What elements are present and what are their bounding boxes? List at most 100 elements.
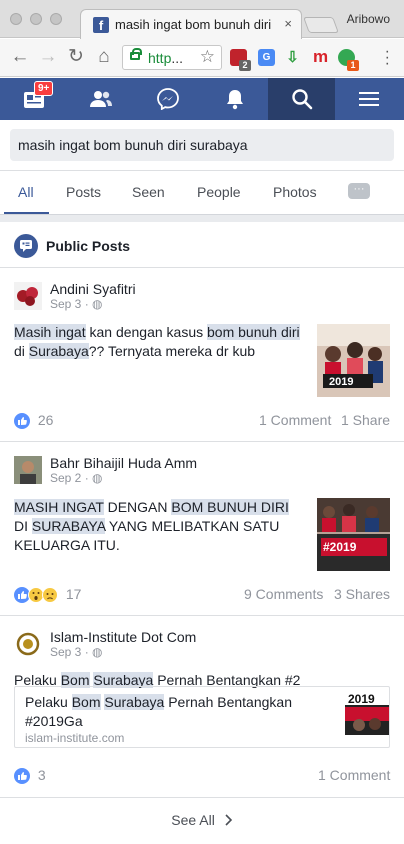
window-close-button[interactable] [10,13,22,25]
messenger-tab[interactable] [134,78,201,120]
thumb-text: #2019 [323,540,357,554]
public-posts-icon [14,234,38,258]
comments-count-link[interactable]: 1 Comment [259,412,331,428]
reactions-summary[interactable]: 17 [14,586,82,604]
chevron-right-icon [225,812,233,828]
text-segment: di [14,343,29,359]
friends-tab[interactable] [67,78,134,120]
bell-icon [226,90,243,110]
post-thumbnail[interactable]: #2019 [317,498,390,571]
url-ellipsis: ... [171,50,184,66]
search-tab[interactable] [268,78,335,120]
comments-count-link[interactable]: 1 Comment [318,767,390,783]
post-date: Sep 3 · [50,645,93,659]
text-segment: DENGAN [103,499,172,515]
forward-arrow-icon[interactable]: → [38,47,58,67]
reload-icon[interactable]: ↻ [66,47,86,67]
like-reaction-icon [14,413,30,430]
reaction-count: 26 [37,412,54,428]
tab-posts[interactable]: Posts [66,184,101,200]
post-date: Sep 2 · [50,471,93,485]
back-arrow-icon[interactable]: ← [10,47,30,67]
window-minimize-button[interactable] [30,13,42,25]
post-meta[interactable]: Sep 3 · ◍ [50,645,103,659]
globe-icon: ◍ [92,471,103,485]
extension-green-icon[interactable]: 1 [338,49,359,71]
browser-tab[interactable]: f masih ingat bom bunuh diri s × [80,9,302,39]
more-tabs-icon[interactable]: ··· [348,183,370,199]
text-segment: Pelaku [25,694,72,710]
extension-shield-icon[interactable]: 2 [230,49,251,71]
public-posts-header: Public Posts [0,222,404,268]
link-preview-thumbnail: 2019 [345,691,389,735]
facebook-favicon-icon: f [93,17,109,33]
thumb-text: 2019 [329,376,353,388]
download-arrow-icon[interactable]: ⇩ [284,49,301,66]
hamburger-menu-icon [358,92,379,106]
search-highlight: Surabaya [28,343,89,359]
post-meta[interactable]: Sep 2 · ◍ [50,471,103,485]
reaction-count: 17 [65,586,82,602]
extension-badge: 2 [239,60,251,71]
link-preview-card[interactable]: Pelaku Bom Surabaya Pernah Bentangkan #2… [14,686,390,748]
browser-titlebar: f masih ingat bom bunuh diri s × Aribowo [0,0,404,39]
post-text[interactable]: MASIH INGAT DENGAN BOM BUNUH DIRI DI SUR… [14,498,306,555]
reactions-summary[interactable]: 26 [14,412,54,430]
url-text: http [148,50,172,66]
browser-toolbar: ← → ↻ ⌂ http... ☆ 2 G ⇩ m 1 · · · [0,39,404,77]
search-input[interactable]: masih ingat bom bunuh diri surabaya [10,129,394,161]
search-icon [291,89,312,110]
see-all-link[interactable]: See All [0,798,404,842]
search-highlight: Bom [71,694,101,710]
link-preview-domain: islam-institute.com [25,731,125,745]
post-card: Bahr Bihaijil Huda Amm Sep 2 · ◍ MASIH I… [0,442,404,616]
text-segment: DI [14,518,32,534]
browser-menu-icon[interactable]: · · · [385,44,390,72]
tab-people[interactable]: People [197,184,241,200]
avatar[interactable] [14,282,42,310]
shares-count-link[interactable]: 1 Share [341,412,390,428]
tab-title: masih ingat bom bunuh diri s [115,17,275,32]
window-zoom-button[interactable] [50,13,62,25]
notifications-tab[interactable] [201,78,268,120]
tab-all[interactable]: All [18,184,34,200]
search-bar: masih ingat bom bunuh diri surabaya [0,120,404,170]
tab-seen[interactable]: Seen [132,184,165,200]
sad-reaction-icon [42,587,58,604]
post-author[interactable]: Andini Syafitri [50,281,136,297]
notification-count-badge: 9+ [34,81,54,96]
post-author[interactable]: Bahr Bihaijil Huda Amm [50,455,197,471]
news-feed-tab[interactable]: 9+ [0,78,67,120]
profile-name[interactable]: Aribowo [347,12,390,26]
avatar[interactable] [14,456,42,484]
post-text[interactable]: Masih ingat kan dengan kasus bom bunuh d… [14,323,309,361]
shares-count-link[interactable]: 3 Shares [334,586,390,602]
post-date: Sep 3 · [50,297,93,311]
extension-m-icon[interactable]: m [312,48,329,66]
section-divider [0,214,404,222]
tab-photos[interactable]: Photos [273,184,317,200]
avatar[interactable] [14,630,42,658]
search-highlight: MASIH INGAT [14,499,104,515]
post-card: Andini Syafitri Sep 3 · ◍ Masih ingat ka… [0,268,404,442]
text-segment: kan dengan kasus [85,324,208,340]
tab-close-icon[interactable]: × [284,16,292,31]
like-reaction-icon [14,768,30,785]
post-author[interactable]: Islam-Institute Dot Com [50,629,196,645]
see-all-label: See All [171,812,215,828]
address-bar[interactable]: http... ☆ [122,45,222,70]
post-meta[interactable]: Sep 3 · ◍ [50,297,103,311]
search-highlight: Surabaya [104,694,165,710]
home-icon[interactable]: ⌂ [94,47,114,67]
text-segment: ?? Ternyata mereka dr kub [88,343,256,359]
comments-count-link[interactable]: 9 Comments [244,586,323,602]
reactions-summary[interactable]: 3 [14,767,46,785]
bookmark-star-icon[interactable]: ☆ [200,47,215,67]
post-thumbnail[interactable]: 2019 [317,324,390,397]
new-tab-button[interactable] [303,17,339,33]
search-highlight: Masih ingat [14,324,86,340]
translate-icon[interactable]: G [258,49,275,66]
globe-icon: ◍ [92,645,103,659]
menu-tab[interactable] [335,78,402,120]
link-thumb-text: 2019 [348,692,375,706]
